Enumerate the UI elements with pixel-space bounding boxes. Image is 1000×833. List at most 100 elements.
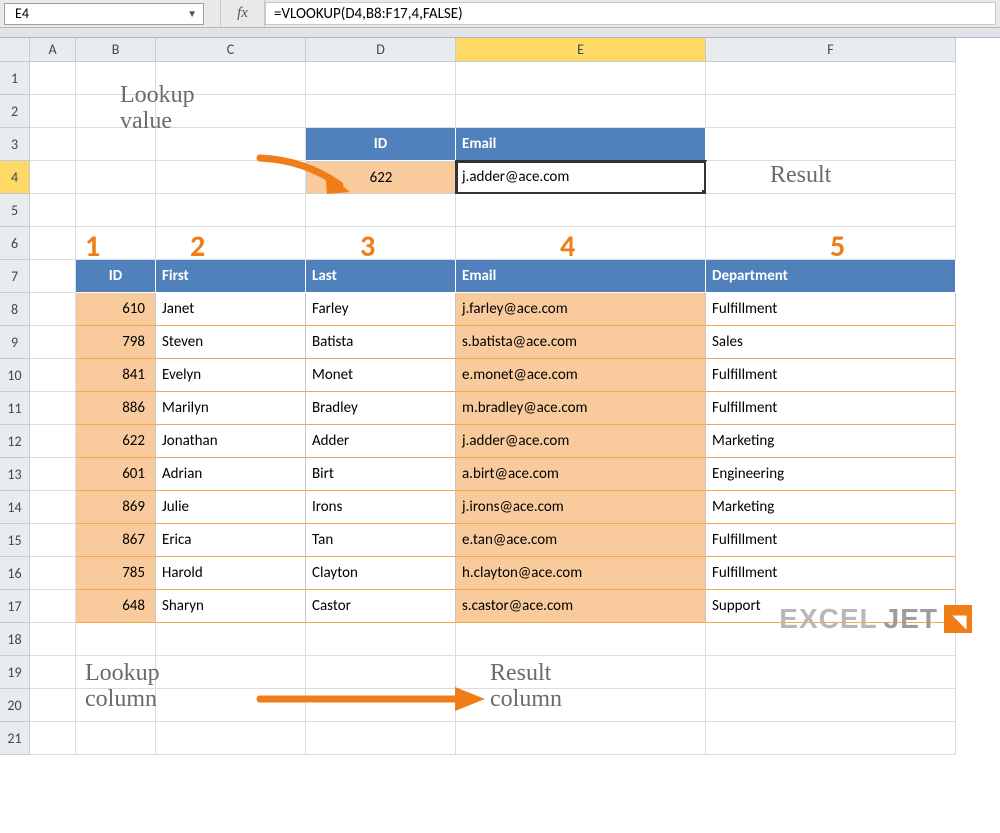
table-cell-dept[interactable]: Fulfillment [706,524,956,557]
table-cell-email[interactable]: j.irons@ace.com [456,491,706,524]
cell[interactable] [30,425,76,458]
table-cell-id[interactable]: 601 [76,458,156,491]
table-cell-dept[interactable]: Sales [706,326,956,359]
column-header-C[interactable]: C [156,38,306,62]
table-cell-first[interactable]: Jonathan [156,425,306,458]
cell[interactable] [456,623,706,656]
table-cell-last[interactable]: Castor [306,590,456,623]
row-header-6[interactable]: 6 [0,227,30,260]
row-header-4[interactable]: 4 [0,161,30,194]
cell[interactable] [76,128,156,161]
cell[interactable] [30,194,76,227]
table-cell-dept[interactable]: Fulfillment [706,392,956,425]
table-cell-last[interactable]: Monet [306,359,456,392]
table-header[interactable]: Last [306,260,456,293]
cell[interactable] [156,62,306,95]
cell[interactable] [306,194,456,227]
cell[interactable] [306,722,456,755]
table-header[interactable]: First [156,260,306,293]
cell[interactable] [76,194,156,227]
table-cell-first[interactable]: Adrian [156,458,306,491]
table-cell-last[interactable]: Bradley [306,392,456,425]
row-header-20[interactable]: 20 [0,689,30,722]
table-cell-email[interactable]: j.adder@ace.com [456,425,706,458]
cell[interactable] [30,392,76,425]
row-header-15[interactable]: 15 [0,524,30,557]
cell[interactable] [76,227,156,260]
cell[interactable] [156,722,306,755]
cell[interactable] [456,722,706,755]
table-cell-id[interactable]: 798 [76,326,156,359]
row-header-13[interactable]: 13 [0,458,30,491]
cell[interactable] [76,722,156,755]
cell[interactable] [706,689,956,722]
selected-cell[interactable]: j.adder@ace.com [456,161,706,194]
row-header-5[interactable]: 5 [0,194,30,227]
cell[interactable] [30,161,76,194]
fx-icon[interactable]: fx [220,0,265,27]
cell[interactable] [156,227,306,260]
lookup-id-value[interactable]: 622 [306,161,456,194]
cell[interactable] [30,128,76,161]
row-header-17[interactable]: 17 [0,590,30,623]
table-cell-first[interactable]: Marilyn [156,392,306,425]
column-header-F[interactable]: F [706,38,956,62]
table-cell-email[interactable]: a.birt@ace.com [456,458,706,491]
cell[interactable] [456,689,706,722]
cell[interactable] [30,623,76,656]
table-cell-email[interactable]: s.castor@ace.com [456,590,706,623]
table-cell-last[interactable]: Irons [306,491,456,524]
table-cell-first[interactable]: Evelyn [156,359,306,392]
cells-area[interactable]: IDEmail622j.adder@ace.comIDFirstLastEmai… [30,62,1000,755]
table-cell-dept[interactable]: Fulfillment [706,293,956,326]
cell[interactable] [306,623,456,656]
cell[interactable] [706,128,956,161]
table-cell-last[interactable]: Clayton [306,557,456,590]
cell[interactable] [706,227,956,260]
cell[interactable] [306,227,456,260]
cell[interactable] [456,656,706,689]
cell[interactable] [156,194,306,227]
table-cell-dept[interactable]: Fulfillment [706,359,956,392]
row-header-12[interactable]: 12 [0,425,30,458]
name-box[interactable]: E4 ▼ [4,3,204,25]
table-cell-first[interactable]: Janet [156,293,306,326]
cell[interactable] [30,359,76,392]
cell[interactable] [156,95,306,128]
table-header[interactable]: Department [706,260,956,293]
table-header[interactable]: ID [76,260,156,293]
table-cell-last[interactable]: Adder [306,425,456,458]
chevron-down-icon[interactable]: ▼ [187,7,197,20]
row-header-16[interactable]: 16 [0,557,30,590]
table-cell-email[interactable]: e.tan@ace.com [456,524,706,557]
table-cell-email[interactable]: j.farley@ace.com [456,293,706,326]
cell[interactable] [30,491,76,524]
row-header-10[interactable]: 10 [0,359,30,392]
cell[interactable] [456,95,706,128]
table-cell-email[interactable]: e.monet@ace.com [456,359,706,392]
lookup-header-email[interactable]: Email [456,128,706,161]
table-cell-last[interactable]: Birt [306,458,456,491]
table-cell-email[interactable]: s.batista@ace.com [456,326,706,359]
cell[interactable] [30,293,76,326]
column-header-D[interactable]: D [306,38,456,62]
row-header-7[interactable]: 7 [0,260,30,293]
table-cell-id[interactable]: 610 [76,293,156,326]
table-cell-last[interactable]: Tan [306,524,456,557]
cell[interactable] [76,656,156,689]
cell[interactable] [156,161,306,194]
row-header-14[interactable]: 14 [0,491,30,524]
cell[interactable] [30,656,76,689]
cell[interactable] [76,62,156,95]
row-header-21[interactable]: 21 [0,722,30,755]
cell[interactable] [306,62,456,95]
select-all-corner[interactable] [0,38,30,62]
cell[interactable] [30,689,76,722]
cell[interactable] [456,194,706,227]
table-cell-dept[interactable]: Fulfillment [706,557,956,590]
cell[interactable] [30,524,76,557]
formula-bar[interactable]: =VLOOKUP(D4,B8:F17,4,FALSE) [265,2,996,25]
table-header[interactable]: Email [456,260,706,293]
table-cell-dept[interactable]: Marketing [706,491,956,524]
table-cell-id[interactable]: 648 [76,590,156,623]
